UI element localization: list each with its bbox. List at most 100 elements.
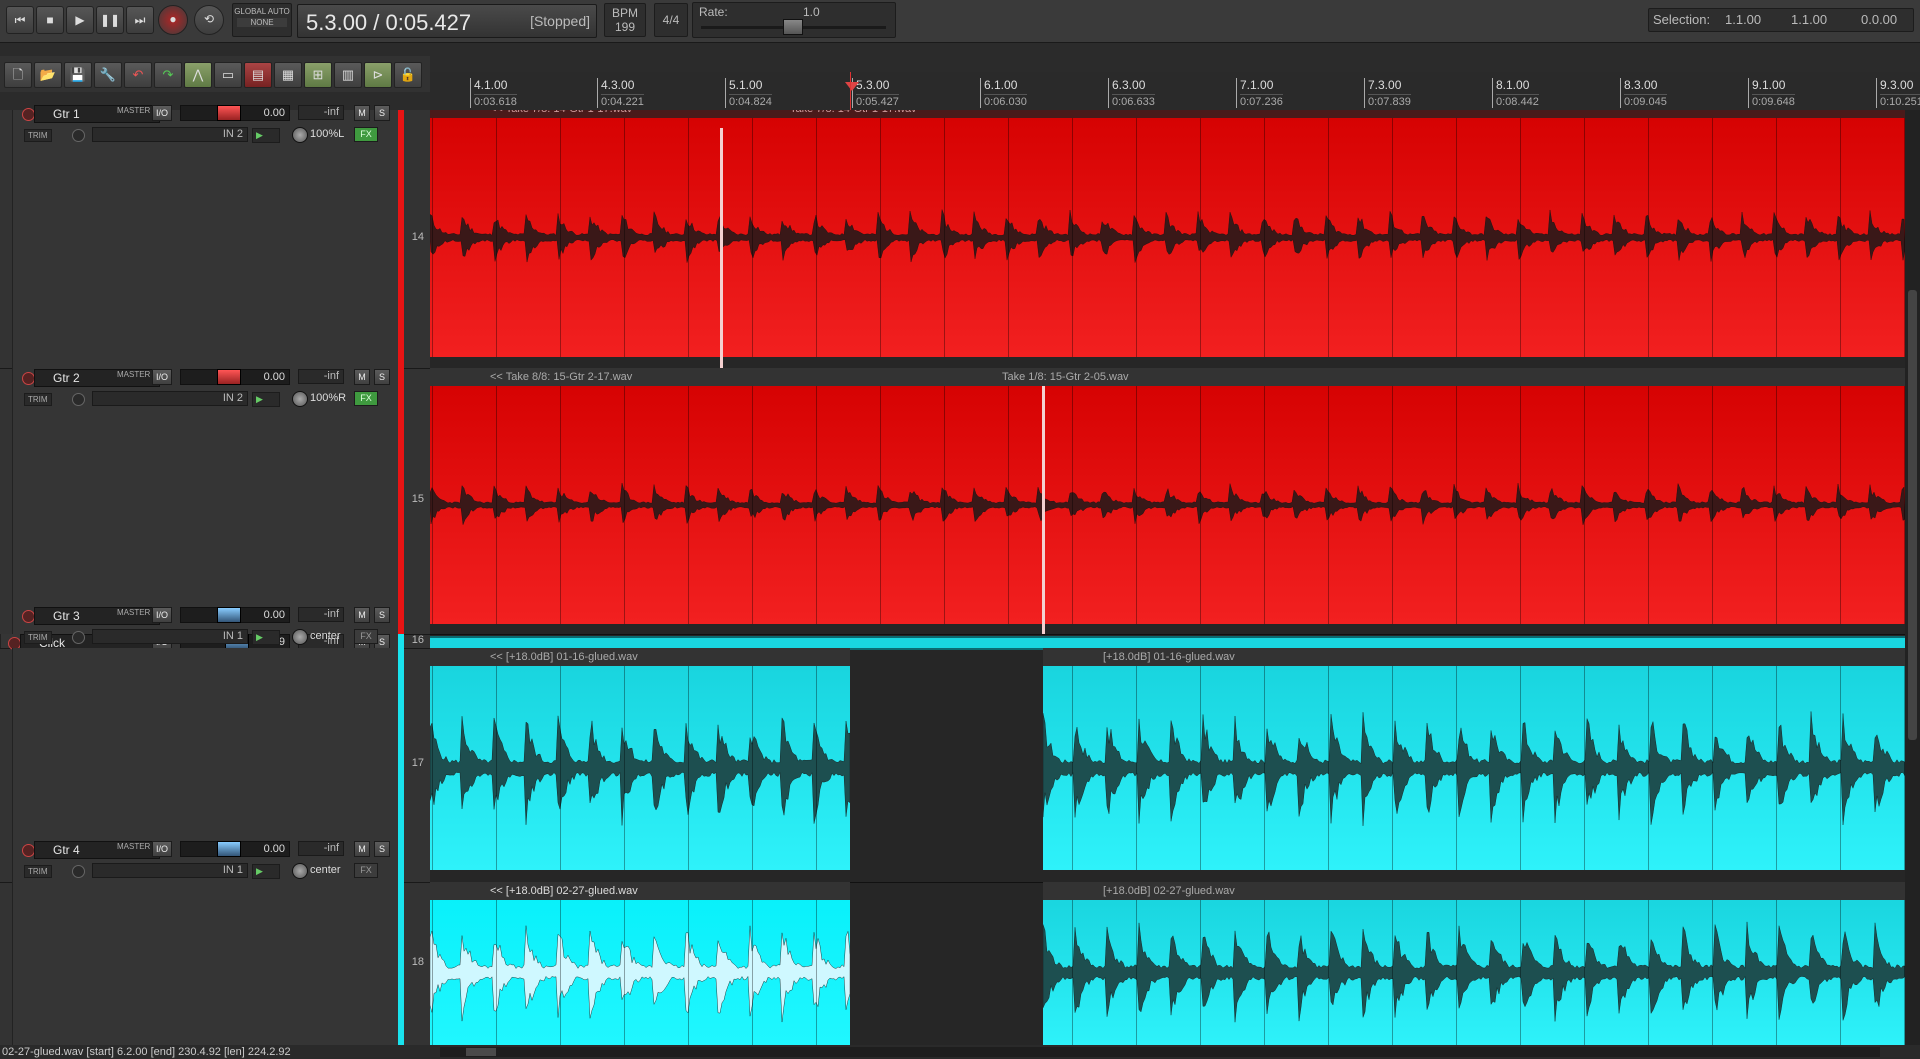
monitor-icon[interactable] bbox=[72, 865, 85, 878]
crossfade-marker[interactable] bbox=[720, 128, 723, 368]
media-item-gtr4-a[interactable]: << [+18.0dB] 02-27-glued.wav bbox=[430, 882, 850, 1045]
go-to-end-button[interactable]: ⏭ bbox=[126, 6, 154, 34]
solo-button[interactable]: S bbox=[374, 841, 390, 857]
trim-button[interactable]: TRIM bbox=[24, 129, 52, 142]
record-button[interactable]: ● bbox=[158, 5, 188, 35]
mute-button[interactable]: M bbox=[354, 105, 370, 121]
undo-icon[interactable]: ↶ bbox=[124, 62, 152, 88]
media-item-gtr2[interactable]: << Take 8/8: 15-Gtr 2-17.wav bbox=[430, 368, 1905, 624]
selection-box[interactable]: Selection: 1.1.00 1.1.00 0.0.00 bbox=[1648, 8, 1914, 32]
position-display[interactable]: 5.3.00 / 0:05.427 [Stopped] bbox=[297, 4, 597, 38]
time-signature[interactable]: 4/4 bbox=[654, 3, 688, 37]
save-project-icon[interactable]: 💾 bbox=[64, 62, 92, 88]
trim-button[interactable]: TRIM bbox=[24, 631, 52, 644]
fx-button[interactable]: FX bbox=[354, 127, 378, 142]
solo-button[interactable]: S bbox=[374, 105, 390, 121]
vertical-scroll-thumb[interactable] bbox=[1908, 290, 1917, 740]
monitor-icon[interactable] bbox=[72, 393, 85, 406]
fx-button[interactable]: FX bbox=[354, 863, 378, 878]
track-lane[interactable]: << [+18.0dB] 01-16-glued.wav [+18.0dB] 01… bbox=[430, 648, 1905, 883]
stop-button[interactable]: ■ bbox=[36, 6, 64, 34]
grid-icon[interactable]: ▦ bbox=[274, 62, 302, 88]
horizontal-scrollbar[interactable] bbox=[440, 1047, 1880, 1057]
volume-fader[interactable]: 0.00 bbox=[180, 105, 290, 121]
crossfade-marker[interactable] bbox=[1042, 386, 1045, 634]
bpm-box[interactable]: BPM 199 bbox=[604, 3, 646, 37]
ripple-edit-icon[interactable]: ▭ bbox=[214, 62, 242, 88]
io-button[interactable]: I/O bbox=[152, 105, 172, 121]
input-select[interactable]: IN 1 bbox=[92, 629, 248, 644]
io-button[interactable]: I/O bbox=[152, 841, 172, 857]
item-grouping-icon[interactable]: ⊞ bbox=[304, 62, 332, 88]
io-button[interactable]: I/O bbox=[152, 369, 172, 385]
media-item-gtr3-a[interactable]: << [+18.0dB] 01-16-glued.wav bbox=[430, 648, 850, 870]
selection-length[interactable]: 0.0.00 bbox=[1861, 9, 1897, 31]
volume-fader-thumb[interactable] bbox=[217, 607, 241, 623]
selection-start[interactable]: 1.1.00 bbox=[1725, 9, 1761, 31]
monitor-icon[interactable] bbox=[72, 129, 85, 142]
ripple-all-icon[interactable]: ▤ bbox=[244, 62, 272, 88]
pan-knob[interactable] bbox=[292, 391, 308, 407]
pan-knob[interactable] bbox=[292, 863, 308, 879]
io-button[interactable]: I/O bbox=[152, 607, 172, 623]
input-select[interactable]: IN 2 bbox=[92, 391, 248, 406]
track-gtr-1[interactable]: 14 Gtr 1 MASTER I/O 0.00 -inf M S TRIM IN 2 ▶ 100%L… bbox=[0, 105, 430, 369]
pan-knob[interactable] bbox=[292, 629, 308, 645]
metronome-icon[interactable]: ▥ bbox=[334, 62, 362, 88]
rate-slider-thumb[interactable] bbox=[783, 19, 803, 35]
solo-button[interactable]: S bbox=[374, 369, 390, 385]
item-take-label[interactable]: << Take 7/8: 14-Gtr 1-17.wav bbox=[430, 110, 1905, 118]
vertical-scrollbar[interactable] bbox=[1905, 110, 1920, 1045]
arm-monitor-toggle[interactable]: ▶ bbox=[252, 630, 280, 645]
open-project-icon[interactable]: 📂 bbox=[34, 62, 62, 88]
rate-control[interactable]: Rate: 1.0 bbox=[692, 2, 896, 38]
mute-button[interactable]: M bbox=[354, 841, 370, 857]
redo-icon[interactable]: ↷ bbox=[154, 62, 182, 88]
media-item-gtr3-b[interactable]: [+18.0dB] 01-16-glued.wav bbox=[1043, 648, 1905, 870]
track-gtr-2[interactable]: 15 Gtr 2 MASTER I/O 0.00 -inf M S TRIM IN 2 ▶ 100%R… bbox=[0, 368, 430, 635]
arm-monitor-toggle[interactable]: ▶ bbox=[252, 864, 280, 879]
media-item-gtr4-b[interactable]: [+18.0dB] 02-27-glued.wav bbox=[1043, 882, 1905, 1045]
timeline-ruler[interactable]: 4.1.00 0:03.618 4.3.00 0:04.221 5.1.00 0:04.8… bbox=[430, 72, 1920, 111]
new-project-icon[interactable]: 🗋 bbox=[4, 62, 32, 88]
fx-button[interactable]: FX bbox=[354, 391, 378, 406]
peak-meter-readout[interactable]: -inf bbox=[298, 105, 344, 120]
arrange-view[interactable]: << Take 7/8: 14-Gtr 1-17.wavTake 7/8: 14… bbox=[430, 110, 1905, 1045]
item-take-label[interactable]: << Take 8/8: 15-Gtr 2-17.wav bbox=[430, 368, 1905, 386]
volume-fader[interactable]: 0.00 bbox=[180, 607, 290, 623]
track-lane[interactable]: << Take 7/8: 14-Gtr 1-17.wavTake 7/8: 14… bbox=[430, 110, 1905, 369]
fx-button[interactable]: FX bbox=[354, 629, 378, 644]
go-to-start-button[interactable]: ⏮ bbox=[6, 6, 34, 34]
play-button[interactable]: ▶ bbox=[66, 6, 94, 34]
master-send-label[interactable]: MASTER bbox=[117, 370, 150, 379]
item-take-label[interactable]: << [+18.0dB] 02-27-glued.wav bbox=[430, 882, 850, 900]
monitor-icon[interactable] bbox=[72, 631, 85, 644]
item-take-label[interactable]: [+18.0dB] 02-27-glued.wav bbox=[1043, 882, 1905, 900]
track-lane[interactable]: << [+18.0dB] 02-27-glued.wav [+18.0dB] 02… bbox=[430, 882, 1905, 1045]
arm-monitor-toggle[interactable]: ▶ bbox=[252, 392, 280, 407]
item-take-label[interactable]: << [+18.0dB] 01-16-glued.wav bbox=[430, 648, 850, 666]
peak-meter-readout[interactable]: -inf bbox=[298, 607, 344, 622]
volume-fader[interactable]: 0.00 bbox=[180, 369, 290, 385]
item-take-label[interactable]: Take 7/8: 14-Gtr 1-17.wav bbox=[778, 110, 917, 118]
pause-button[interactable]: ❚❚ bbox=[96, 6, 124, 34]
input-select[interactable]: IN 2 bbox=[92, 127, 248, 142]
lock-icon[interactable]: 🔓 bbox=[394, 62, 422, 88]
track-lane[interactable]: << Take 8/8: 15-Gtr 2-17.wav Take 1/8: 15… bbox=[430, 368, 1905, 635]
trim-button[interactable]: TRIM bbox=[24, 393, 52, 406]
media-item-gtr1[interactable]: << Take 7/8: 14-Gtr 1-17.wav bbox=[430, 110, 1905, 357]
mute-button[interactable]: M bbox=[354, 607, 370, 623]
horizontal-scroll-thumb[interactable] bbox=[466, 1048, 496, 1056]
locking-icon[interactable]: ⊳ bbox=[364, 62, 392, 88]
volume-fader-thumb[interactable] bbox=[217, 369, 241, 385]
item-take-label[interactable]: [+18.0dB] 01-16-glued.wav bbox=[1043, 648, 1905, 666]
settings-wrench-icon[interactable]: 🔧 bbox=[94, 62, 122, 88]
item-take-label[interactable]: Take 1/8: 15-Gtr 2-05.wav bbox=[990, 368, 1129, 386]
solo-button[interactable]: S bbox=[374, 607, 390, 623]
master-send-label[interactable]: MASTER bbox=[117, 608, 150, 617]
peak-meter-readout[interactable]: -inf bbox=[298, 369, 344, 384]
master-send-label[interactable]: MASTER bbox=[117, 842, 150, 851]
playhead-marker[interactable] bbox=[845, 82, 859, 91]
master-send-label[interactable]: MASTER bbox=[117, 106, 150, 115]
peak-meter-readout[interactable]: -inf bbox=[298, 841, 344, 856]
